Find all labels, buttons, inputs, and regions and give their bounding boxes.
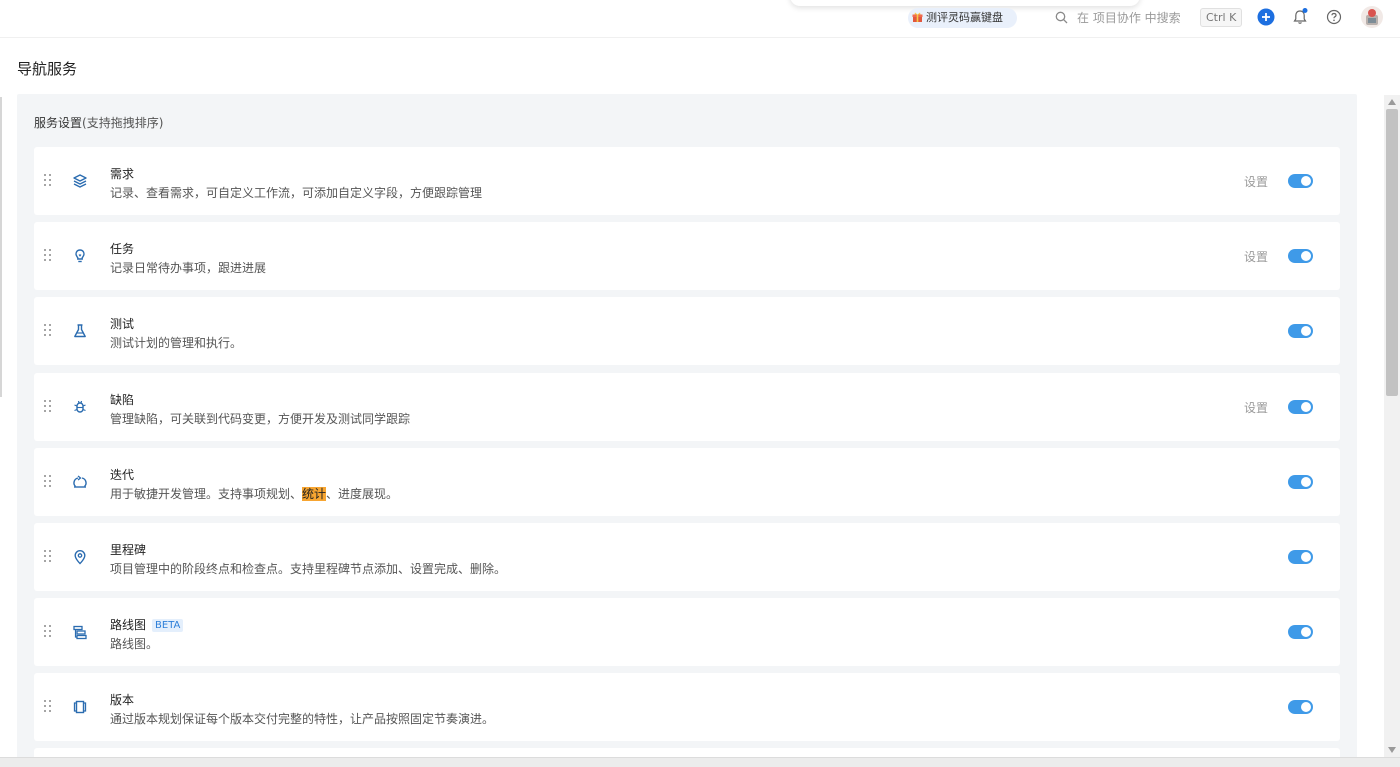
avatar-image bbox=[1366, 9, 1378, 25]
drag-handle-icon[interactable] bbox=[44, 324, 52, 337]
bug-icon bbox=[74, 400, 86, 413]
scrollbar-thumb[interactable] bbox=[1386, 109, 1398, 396]
search-placeholder: 在 项目协作 中搜索 bbox=[1077, 11, 1181, 25]
section-title-hint: (支持拖拽排序) bbox=[82, 116, 164, 130]
service-name: 缺陷 bbox=[110, 393, 135, 407]
drag-handle-icon[interactable] bbox=[44, 400, 52, 413]
service-card-iterations[interactable]: 迭代 用于敏捷开发管理。支持事项规划、统计、进度展现。 bbox=[34, 448, 1340, 516]
settings-link[interactable]: 设置 bbox=[1244, 173, 1268, 190]
settings-link[interactable]: 设置 bbox=[1244, 399, 1268, 416]
service-description: 路线图。 bbox=[110, 637, 159, 651]
scroll-up-arrow-icon[interactable] bbox=[1388, 99, 1396, 105]
service-card-versions[interactable]: 版本 通过版本规划保证每个版本交付完整的特性，让产品按照固定节奏演进。 bbox=[34, 673, 1340, 741]
description-text: 用于敏捷开发管理。支持事项规划、 bbox=[110, 487, 303, 501]
bottom-taskbar-edge bbox=[0, 757, 1400, 767]
search-icon bbox=[1055, 11, 1068, 24]
service-description: 管理缺陷，可关联到代码变更，方便开发及测试同学跟踪 bbox=[110, 412, 411, 426]
service-name: 需求 bbox=[110, 167, 135, 181]
top-bar: 测评灵码赢键盘 在 项目协作 中搜索 Ctrl K bbox=[0, 0, 1400, 38]
help-icon[interactable] bbox=[1325, 8, 1343, 26]
service-name: 路线图 BETA bbox=[110, 616, 184, 633]
section-title-label: 服务设置 bbox=[34, 116, 83, 130]
service-description: 记录日常待办事项，跟进进展 bbox=[110, 261, 267, 275]
lightbulb-icon bbox=[75, 249, 85, 263]
service-card-tasks[interactable]: 任务 记录日常待办事项，跟进进展 设置 bbox=[34, 222, 1340, 290]
search-highlight: 统计 bbox=[302, 487, 327, 501]
section-title: 服务设置(支持拖拽排序) bbox=[34, 114, 163, 131]
layers-icon bbox=[73, 174, 87, 188]
promo-badge[interactable]: 测评灵码赢键盘 bbox=[908, 8, 1017, 28]
popover-edge bbox=[790, 0, 1140, 6]
enable-toggle[interactable] bbox=[1288, 700, 1313, 714]
gift-icon bbox=[912, 12, 923, 22]
left-edge-divider bbox=[0, 97, 2, 397]
cycle-icon bbox=[73, 475, 87, 488]
service-description: 项目管理中的阶段终点和检查点。支持里程碑节点添加、设置完成、删除。 bbox=[110, 562, 507, 576]
service-description: 测试计划的管理和执行。 bbox=[110, 336, 243, 350]
drag-handle-icon[interactable] bbox=[44, 475, 52, 488]
avatar[interactable] bbox=[1361, 6, 1383, 28]
page-title: 导航服务 bbox=[17, 60, 78, 78]
enable-toggle[interactable] bbox=[1288, 249, 1313, 263]
plus-icon[interactable] bbox=[1257, 8, 1275, 26]
settings-link[interactable]: 设置 bbox=[1244, 248, 1268, 265]
enable-toggle[interactable] bbox=[1288, 550, 1313, 564]
promo-label: 测评灵码赢键盘 bbox=[926, 11, 1003, 24]
service-settings-panel: 服务设置(支持拖拽排序) 需求 记录、查看需求，可自定义工作流，可添加自定义字段… bbox=[17, 94, 1357, 767]
description-text: 、进度展现。 bbox=[326, 487, 399, 501]
vertical-scrollbar[interactable] bbox=[1384, 95, 1400, 757]
drag-handle-icon[interactable] bbox=[44, 625, 52, 638]
enable-toggle[interactable] bbox=[1288, 475, 1313, 489]
service-name: 里程碑 bbox=[110, 543, 147, 557]
version-book-icon bbox=[73, 700, 87, 714]
roadmap-icon bbox=[73, 625, 87, 640]
bell-icon[interactable] bbox=[1291, 8, 1309, 26]
enable-toggle[interactable] bbox=[1288, 174, 1313, 188]
service-name: 任务 bbox=[110, 242, 135, 256]
scroll-down-arrow-icon[interactable] bbox=[1388, 747, 1396, 753]
service-card-requirements[interactable]: 需求 记录、查看需求，可自定义工作流，可添加自定义字段，方便跟踪管理 设置 bbox=[34, 147, 1340, 215]
service-name: 迭代 bbox=[110, 468, 135, 482]
enable-toggle[interactable] bbox=[1288, 400, 1313, 414]
service-card-roadmap[interactable]: 路线图 BETA 路线图。 bbox=[34, 598, 1340, 666]
search-shortcut: Ctrl K bbox=[1200, 8, 1243, 27]
search-box[interactable]: 在 项目协作 中搜索 bbox=[1055, 9, 1181, 27]
service-card-defects[interactable]: 缺陷 管理缺陷，可关联到代码变更，方便开发及测试同学跟踪 设置 bbox=[34, 373, 1340, 441]
service-description: 用于敏捷开发管理。支持事项规划、统计、进度展现。 bbox=[110, 485, 398, 502]
service-description: 记录、查看需求，可自定义工作流，可添加自定义字段，方便跟踪管理 bbox=[110, 186, 483, 200]
service-card-milestones[interactable]: 里程碑 项目管理中的阶段终点和检查点。支持里程碑节点添加、设置完成、删除。 bbox=[34, 523, 1340, 591]
drag-handle-icon[interactable] bbox=[44, 174, 52, 187]
enable-toggle[interactable] bbox=[1288, 324, 1313, 338]
drag-handle-icon[interactable] bbox=[44, 550, 52, 563]
service-card-testing[interactable]: 测试 测试计划的管理和执行。 bbox=[34, 297, 1340, 365]
service-description: 通过版本规划保证每个版本交付完整的特性，让产品按照固定节奏演进。 bbox=[110, 712, 495, 726]
flask-icon bbox=[74, 324, 86, 338]
drag-handle-icon[interactable] bbox=[44, 700, 52, 713]
service-name-label: 路线图 bbox=[110, 618, 147, 632]
enable-toggle[interactable] bbox=[1288, 625, 1313, 639]
drag-handle-icon[interactable] bbox=[44, 249, 52, 262]
service-name: 测试 bbox=[110, 317, 135, 331]
location-pin-icon bbox=[74, 550, 86, 565]
beta-badge: BETA bbox=[152, 619, 184, 632]
service-name: 版本 bbox=[110, 693, 135, 707]
